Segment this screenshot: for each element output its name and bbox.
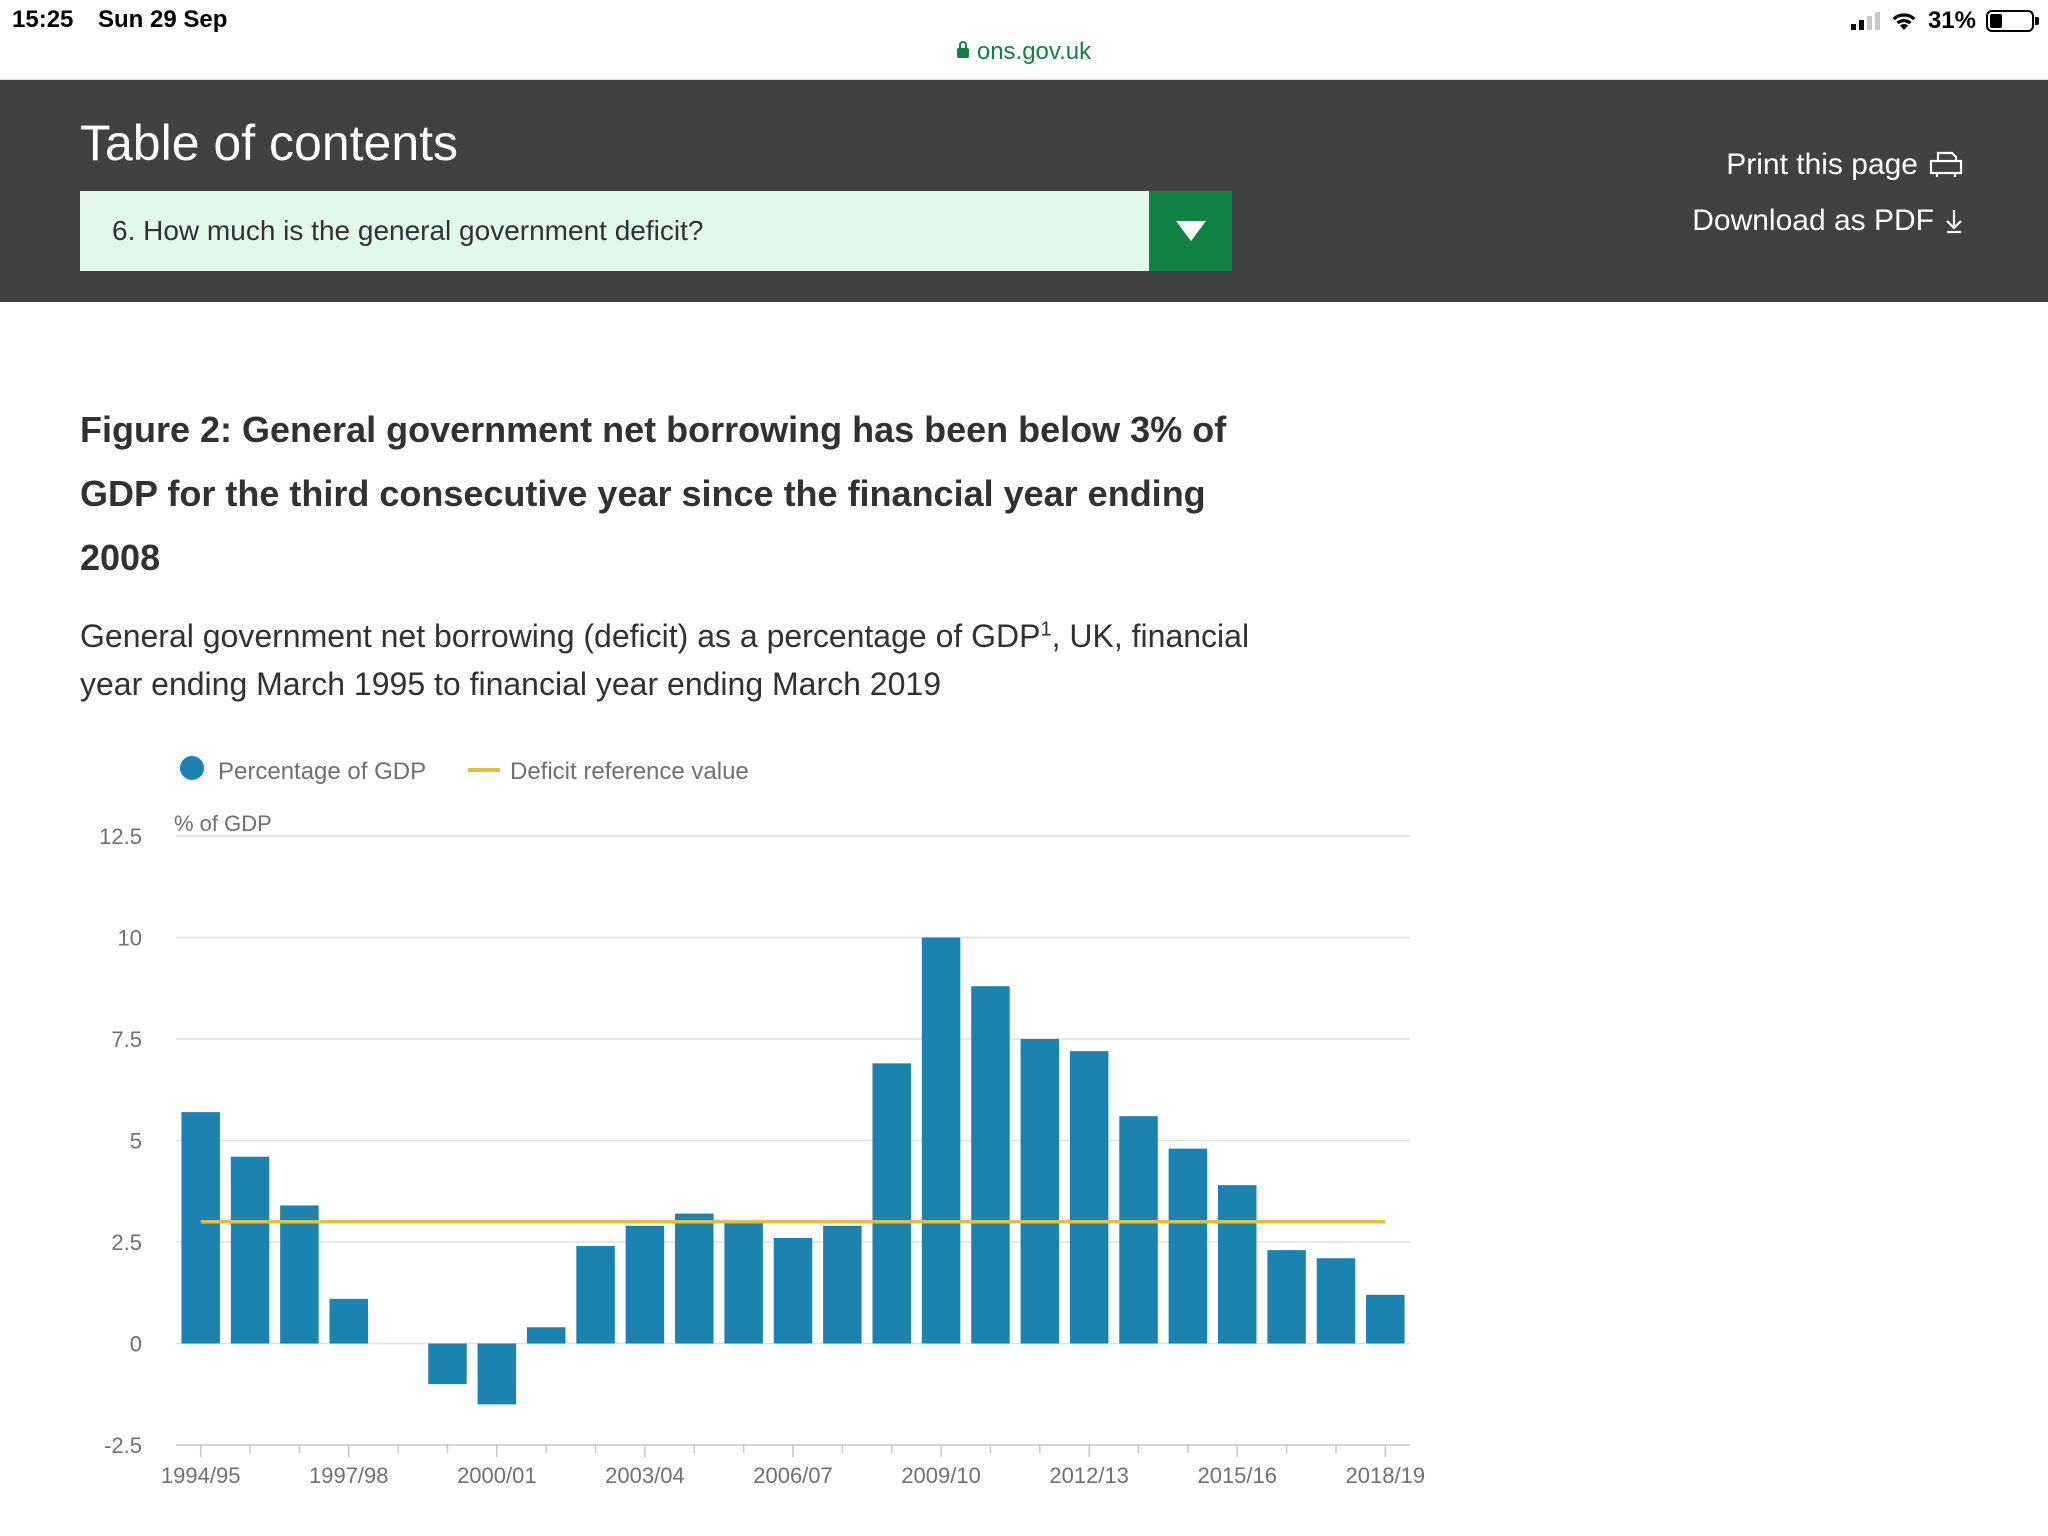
bar xyxy=(1119,1116,1158,1344)
chart-legend: Percentage of GDP Deficit reference valu… xyxy=(180,756,749,785)
y-tick-label: 10 xyxy=(118,926,142,951)
x-tick-label: 2015/16 xyxy=(1197,1463,1277,1488)
bar xyxy=(1168,1148,1208,1344)
x-tick-label: 1994/95 xyxy=(161,1463,241,1488)
bar xyxy=(971,986,1010,1344)
figure-title: Figure 2: General government net borrowi… xyxy=(80,409,1227,578)
toc-header: Table of contents 6. How much is the gen… xyxy=(0,80,2048,302)
bar xyxy=(280,1205,319,1344)
bar xyxy=(181,1112,220,1344)
x-tick-label: 2012/13 xyxy=(1049,1463,1129,1488)
arrow-down-icon xyxy=(1946,210,1962,234)
battery-icon xyxy=(1986,10,2039,32)
footnote-marker[interactable]: 1 xyxy=(1041,618,1052,640)
deficit-bar-chart: Percentage of GDP Deficit reference valu… xyxy=(99,756,1426,1488)
x-tick-label: 2000/01 xyxy=(457,1463,537,1488)
toc-title: Table of contents xyxy=(80,115,459,171)
figure-subtitle-main: General government net borrowing (defici… xyxy=(80,618,1041,654)
wifi-icon xyxy=(1892,13,1916,30)
y-tick-label: 12.5 xyxy=(99,824,142,849)
cellular-signal-icon xyxy=(1850,12,1880,30)
bar xyxy=(526,1327,566,1344)
bar xyxy=(1267,1250,1306,1344)
bar xyxy=(1069,1051,1109,1344)
status-bar: 15:25 Sun 29 Sep 31% ons.gov.uk xyxy=(0,0,2048,80)
bar xyxy=(1366,1294,1405,1344)
y-tick-label: 2.5 xyxy=(111,1230,142,1255)
bar xyxy=(625,1225,665,1344)
bar xyxy=(823,1225,862,1344)
legend-label-reference: Deficit reference value xyxy=(510,758,749,785)
y-tick-label: 5 xyxy=(130,1129,142,1154)
toc-selected-section: 6. How much is the general government de… xyxy=(112,215,704,246)
printer-icon xyxy=(1929,151,1963,177)
bar xyxy=(230,1156,270,1344)
bar xyxy=(724,1221,763,1344)
figure-subtitle: General government net borrowing (defici… xyxy=(80,612,1260,708)
bar xyxy=(428,1343,467,1385)
status-time: 15:25 xyxy=(12,6,74,33)
url-text: ons.gov.uk xyxy=(976,38,1092,65)
x-tick-label: 2003/04 xyxy=(605,1463,685,1488)
download-pdf-link[interactable]: Download as PDF xyxy=(1692,204,1964,238)
download-label: Download as PDF xyxy=(1692,204,1934,237)
x-tick-label: 2018/19 xyxy=(1346,1463,1426,1488)
legend-marker-percentage xyxy=(180,756,204,780)
x-axis: 1994/95 1997/98 2000/01 2003/04 2006/07 2009/… xyxy=(161,1444,1426,1488)
bar xyxy=(1217,1185,1257,1344)
triangle-down-icon xyxy=(1175,221,1206,241)
address-bar[interactable]: ons.gov.uk xyxy=(0,38,2048,66)
x-tick-label: 1997/98 xyxy=(309,1463,389,1488)
bar xyxy=(872,1063,911,1344)
y-tick-label: -2.5 xyxy=(104,1433,142,1458)
x-tick-label: 2006/07 xyxy=(753,1463,833,1488)
y-tick-label: 7.5 xyxy=(111,1027,142,1052)
bar xyxy=(329,1298,369,1344)
legend-label-percentage: Percentage of GDP xyxy=(218,758,426,785)
status-date: Sun 29 Sep xyxy=(98,6,228,33)
bar xyxy=(1020,1039,1060,1344)
y-tick-labels: -2.5 0 2.5 5 7.5 10 12.5 xyxy=(99,824,142,1458)
y-axis-label: % of GDP xyxy=(174,811,272,836)
print-label: Print this page xyxy=(1726,148,1918,181)
toc-dropdown-button[interactable] xyxy=(1149,191,1232,271)
status-indicators: 31% xyxy=(1850,4,2039,38)
x-tick-label: 2009/10 xyxy=(901,1463,981,1488)
y-tick-label: 0 xyxy=(130,1332,142,1357)
bar xyxy=(773,1237,813,1344)
bar-series xyxy=(181,937,1405,1405)
battery-percent: 31% xyxy=(1927,7,1976,34)
print-page-link[interactable]: Print this page xyxy=(1692,148,1964,182)
bar xyxy=(921,937,961,1344)
page-actions: Print this page Download as PDF xyxy=(1692,148,1964,260)
lock-icon xyxy=(956,41,969,58)
bar xyxy=(576,1246,615,1344)
toc-section-select[interactable]: 6. How much is the general government de… xyxy=(80,191,1232,271)
bar xyxy=(477,1343,517,1405)
bar xyxy=(675,1213,714,1344)
bar xyxy=(1316,1258,1356,1344)
